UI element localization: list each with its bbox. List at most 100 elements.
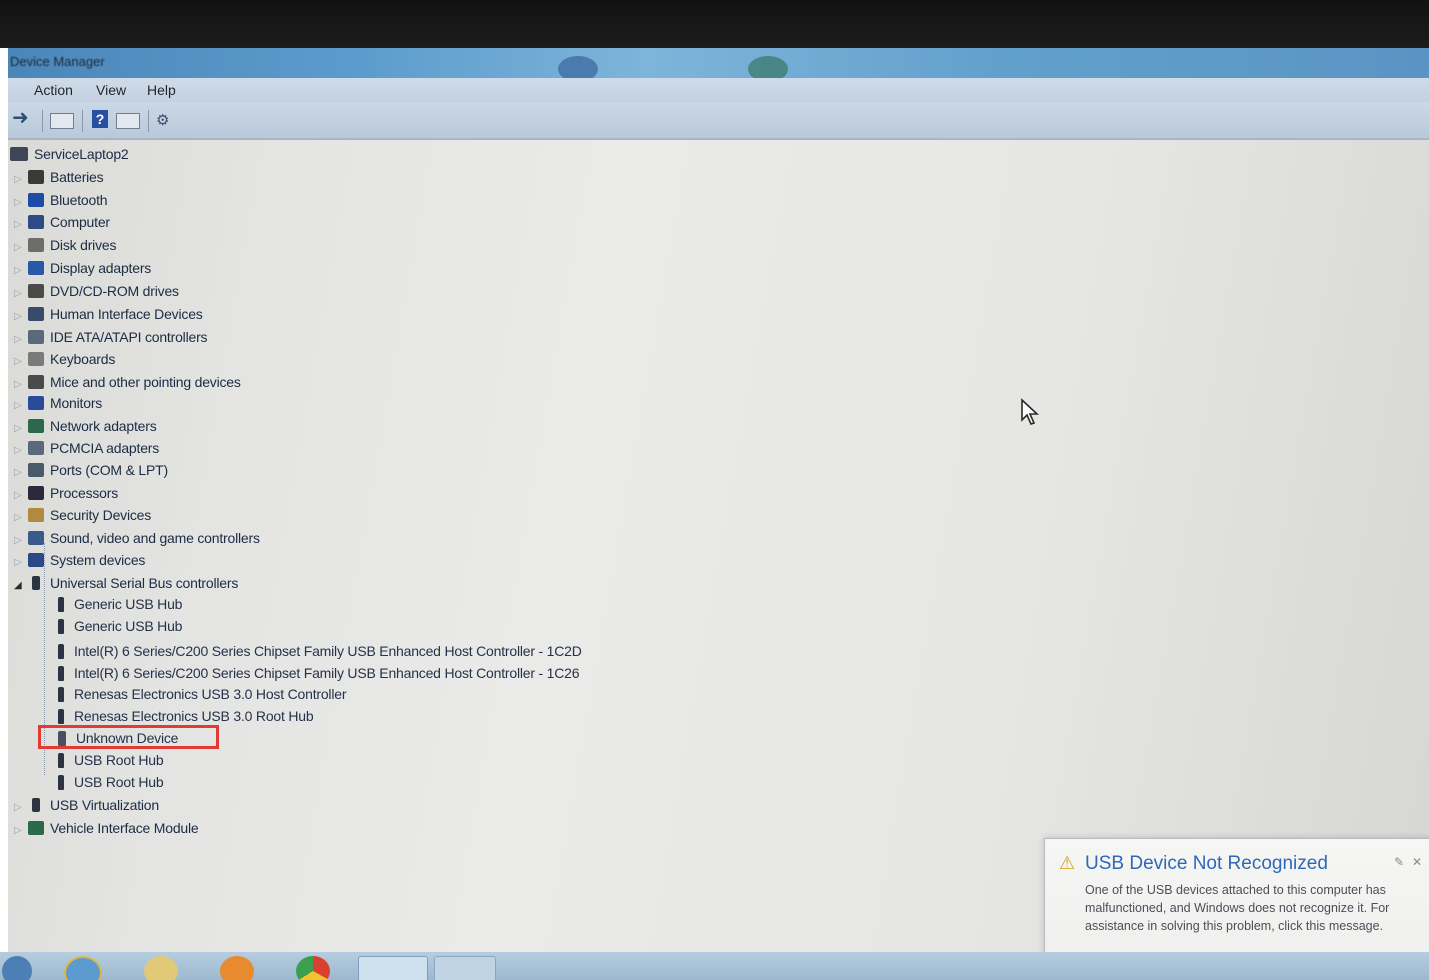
tree-category[interactable]: ▷ IDE ATA/ATAPI controllers [14,327,208,350]
usb-device-item[interactable]: USB Root Hub [58,772,164,792]
expand-arrow-icon[interactable]: ▷ [14,375,28,395]
expand-arrow-icon[interactable]: ▷ [14,531,28,551]
usb-device-item[interactable]: Renesas Electronics USB 3.0 Root Hub [58,706,314,726]
tree-root[interactable]: ServiceLaptop2 [10,144,129,164]
expand-arrow-icon[interactable]: ▷ [14,553,28,573]
scan-hardware-icon[interactable]: ⚙ [156,111,176,131]
device-label: Renesas Electronics USB 3.0 Root Hub [74,708,314,724]
tree-category[interactable]: ▷ Bluetooth [14,190,108,213]
tree-category[interactable]: ▷ USB Virtualization [14,795,159,815]
expand-arrow-icon[interactable]: ▷ [14,170,28,190]
category-label: Security Devices [50,507,152,523]
start-button[interactable] [2,956,32,980]
expand-arrow-icon[interactable]: ▷ [14,215,28,235]
tree-category[interactable]: ▷ Security Devices [14,505,151,525]
port-icon [28,463,44,477]
category-label: Network adapters [50,418,157,434]
device-view-icon[interactable] [116,113,140,129]
properties-icon[interactable] [50,113,74,129]
expand-arrow-icon[interactable]: ▷ [14,284,28,304]
tree-category[interactable]: ▷ Mice and other pointing devices [14,372,241,392]
internet-explorer-icon[interactable] [64,956,102,980]
tree-category[interactable]: ◢ Universal Serial Bus controllers [14,573,238,593]
tree-category[interactable]: ▷ Human Interface Devices [14,304,203,324]
category-label: IDE ATA/ATAPI controllers [50,329,208,345]
usb-device-item[interactable]: USB Root Hub [58,750,164,770]
help-icon[interactable]: ? [92,110,108,128]
usb-device-item[interactable]: Renesas Electronics USB 3.0 Host Control… [58,684,346,704]
usb-device-item[interactable]: Intel(R) 6 Series/C200 Series Chipset Fa… [58,641,582,661]
category-label: Monitors [50,395,103,411]
category-label: Bluetooth [50,192,108,208]
expand-arrow-icon[interactable]: ▷ [14,193,28,213]
tree-category[interactable]: ▷ Monitors [14,393,102,413]
chrome-icon[interactable] [296,956,330,980]
pin-icon[interactable]: ✎ [1394,855,1404,869]
window-title: Device Manager [10,54,105,69]
expand-arrow-icon[interactable]: ▷ [14,798,28,818]
device-manager-window: Device Manager Action View Help ➜ ? ⚙ [8,48,1429,958]
usb-device-item[interactable]: Generic USB Hub [58,594,182,614]
menu-action[interactable]: Action [34,82,73,98]
expand-arrow-icon[interactable]: ▷ [14,261,28,281]
usb-icon [58,597,64,612]
tree-category[interactable]: ▷ Network adapters [14,416,157,436]
usb-device-item[interactable]: Generic USB Hub [58,616,182,636]
tree-category[interactable]: ▷ DVD/CD-ROM drives [14,281,179,301]
expand-arrow-icon[interactable]: ▷ [14,463,28,483]
expand-arrow-icon[interactable]: ▷ [14,352,28,372]
expand-arrow-icon[interactable]: ▷ [14,419,28,439]
usb-notification-balloon[interactable]: ⚠ USB Device Not Recognized ✎ ✕ One of t… [1044,838,1429,964]
tree-category[interactable]: ▷ Vehicle Interface Module [14,818,199,838]
forward-arrow-icon[interactable]: ➜ [12,108,34,128]
usb-icon [32,798,40,812]
monitor-icon [28,396,44,410]
media-player-icon[interactable] [220,956,254,980]
device-manager-taskbar-button[interactable] [358,956,428,980]
tree-category[interactable]: ▷ Ports (COM & LPT) [14,460,168,480]
menu-bar: Action View Help [8,78,1429,102]
usb-icon [58,666,64,681]
menu-help[interactable]: Help [147,82,176,98]
device-label: Unknown Device [76,730,179,746]
tree-category[interactable]: ▷ PCMCIA adapters [14,438,159,458]
close-icon[interactable]: ✕ [1412,855,1422,869]
category-label: DVD/CD-ROM drives [50,283,179,299]
tree-category[interactable]: ▷ Processors [14,483,118,503]
device-label: Renesas Electronics USB 3.0 Host Control… [74,686,347,702]
device-label: Intel(R) 6 Series/C200 Series Chipset Fa… [74,665,580,681]
expand-arrow-icon[interactable]: ▷ [14,307,28,327]
display-adapter-icon [28,261,44,275]
tree-category[interactable]: ▷ Computer [14,212,110,232]
device-label: Intel(R) 6 Series/C200 Series Chipset Fa… [74,643,582,659]
tree-connector-line [44,543,46,775]
expand-arrow-icon[interactable]: ▷ [14,821,28,841]
toolbar-separator [82,110,83,132]
file-explorer-icon[interactable] [144,956,178,980]
tree-category[interactable]: ▷ System devices [14,550,145,570]
tree-category[interactable]: ▷ Batteries [14,167,104,190]
tree-category[interactable]: ▷ Display adapters [14,258,151,278]
expand-arrow-icon[interactable]: ▷ [14,486,28,506]
category-label: Human Interface Devices [50,306,203,322]
battery-icon [28,170,44,184]
tree-category[interactable]: ▷ Disk drives [14,235,116,255]
tree-category[interactable]: ▷ Sound, video and game controllers [14,528,260,548]
disk-drive-icon [28,238,44,252]
usb-icon [32,576,40,590]
expand-arrow-icon[interactable]: ▷ [14,396,28,416]
collapse-arrow-icon[interactable]: ◢ [14,576,28,596]
taskbar-window-button[interactable] [434,956,496,980]
tree-category[interactable]: ▷ Keyboards [14,349,115,369]
usb-icon [58,775,64,790]
usb-device-item[interactable]: Intel(R) 6 Series/C200 Series Chipset Fa… [58,663,580,683]
device-label: USB Root Hub [74,774,164,790]
expand-arrow-icon[interactable]: ▷ [14,441,28,461]
menu-view[interactable]: View [96,82,126,98]
unknown-device-item[interactable]: Unknown Device [58,728,178,748]
expand-arrow-icon[interactable]: ▷ [14,238,28,258]
warning-icon: ⚠ [1059,853,1076,873]
category-label: Keyboards [50,351,116,367]
expand-arrow-icon[interactable]: ▷ [14,508,28,528]
expand-arrow-icon[interactable]: ▷ [14,330,28,350]
